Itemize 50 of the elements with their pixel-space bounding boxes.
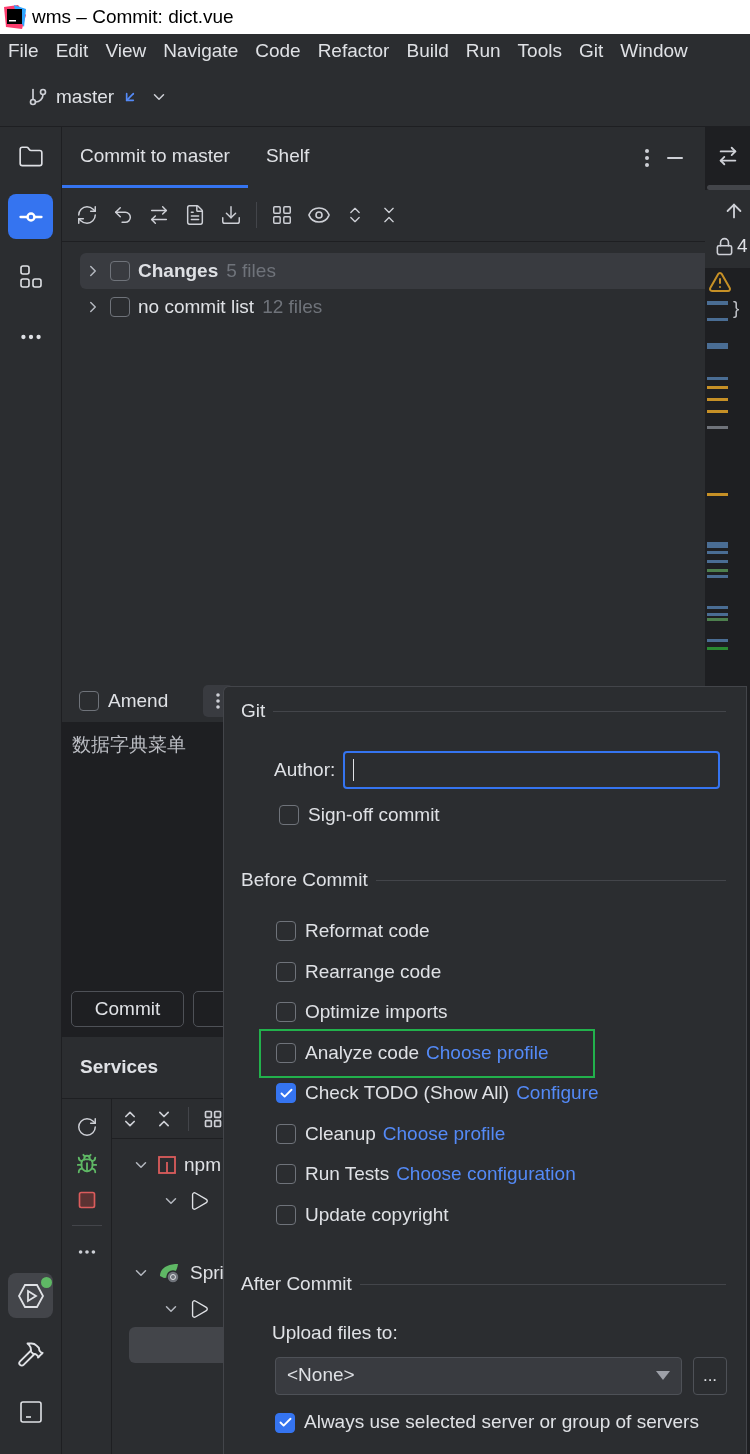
option-link[interactable]: Configure xyxy=(516,1079,599,1108)
option-link[interactable]: Choose profile xyxy=(426,1038,549,1067)
author-label: Author: xyxy=(274,757,336,782)
panel-tab[interactable]: Shelf xyxy=(247,127,328,188)
option-link[interactable]: Choose profile xyxy=(382,1119,506,1148)
changelist-row[interactable]: Changes 5 files xyxy=(80,253,705,289)
option-label: Rearrange code xyxy=(305,959,442,984)
option-label: Cleanup xyxy=(305,1121,376,1146)
menu-item[interactable]: Code xyxy=(255,36,301,66)
option-label: Analyze code xyxy=(305,1040,420,1065)
option-label: Always use selected server or group of servers xyxy=(304,1410,699,1435)
option-label: Reformat code xyxy=(305,919,430,943)
changelist-row[interactable]: no commit list 12 files xyxy=(80,289,705,325)
upload-label: Upload files to: xyxy=(272,1321,398,1345)
section-title: Before Commit xyxy=(241,867,368,892)
server-dropdown[interactable]: <None> xyxy=(275,1356,682,1395)
window-title: wms – Commit: dict.vue xyxy=(32,4,234,29)
menu-item[interactable]: Run xyxy=(465,36,501,66)
option-link[interactable]: Choose configuration xyxy=(396,1160,576,1189)
service-label: Spri xyxy=(190,1260,224,1285)
menu-item[interactable]: Git xyxy=(578,36,604,66)
option-label: Run Tests xyxy=(305,1162,390,1186)
option-label: Update copyright xyxy=(305,1202,449,1227)
menu-item[interactable]: Refactor xyxy=(317,36,390,66)
menu-item[interactable]: Build xyxy=(406,36,449,66)
branch-name[interactable]: master xyxy=(56,82,115,112)
service-label: npm xyxy=(184,1152,221,1177)
browse-button[interactable]: ... xyxy=(693,1356,727,1395)
menu-item[interactable]: File xyxy=(8,36,39,66)
panel-tab[interactable]: Commit to master xyxy=(62,127,248,188)
changelist-name: no commit list xyxy=(138,294,255,319)
amend-label: Amend xyxy=(108,688,169,713)
section-title: After Commit xyxy=(241,1271,352,1296)
menu-item[interactable]: Window xyxy=(620,36,688,66)
code-brace: } xyxy=(733,296,740,320)
changelist-name: Changes xyxy=(138,258,219,283)
file-count: 12 files xyxy=(262,294,323,319)
commit-button[interactable]: Commit xyxy=(71,991,184,1027)
option-label: Optimize imports xyxy=(305,1000,448,1024)
menu-item[interactable]: View xyxy=(105,36,147,66)
section-title: Git xyxy=(241,698,266,723)
file-count: 5 files xyxy=(226,258,276,283)
menu-item[interactable]: Navigate xyxy=(163,36,239,66)
gutter-number: 4 xyxy=(737,234,748,258)
menu-item[interactable]: Tools xyxy=(517,36,562,66)
option-label: Sign-off commit xyxy=(308,802,440,827)
menu-item[interactable]: Edit xyxy=(55,36,89,66)
services-title: Services xyxy=(80,1055,159,1080)
option-label: Check TODO (Show All) xyxy=(305,1081,510,1105)
commit-message[interactable]: 数据字典菜单 xyxy=(72,730,186,759)
